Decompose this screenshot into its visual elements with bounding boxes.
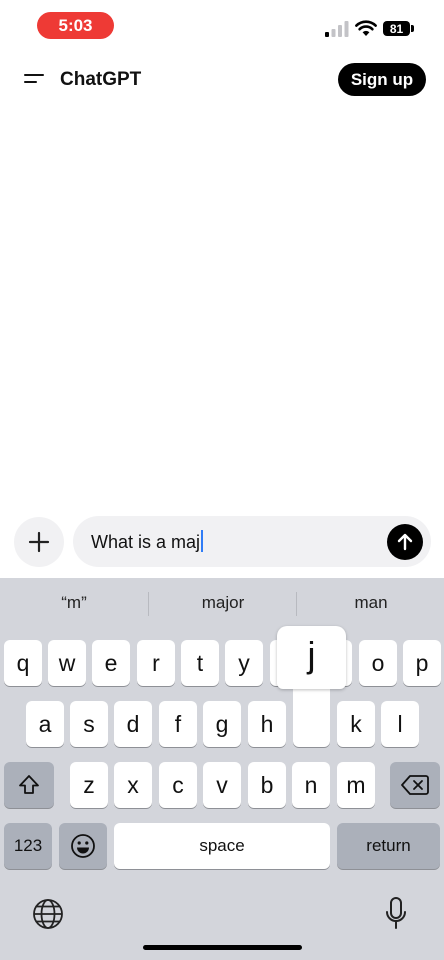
plus-icon [28, 531, 50, 553]
message-composer: What is a maj [0, 512, 444, 578]
suggestion-bar: “m” major man [0, 578, 444, 628]
key-j-popup[interactable]: j [277, 626, 346, 747]
wifi-icon [355, 20, 377, 36]
status-time: 5:03 [37, 12, 114, 39]
text-caret [201, 530, 204, 552]
key-w[interactable]: w [48, 640, 86, 686]
key-c[interactable]: c [159, 762, 197, 808]
app-title: ChatGPT [60, 69, 142, 90]
hamburger-menu-icon[interactable] [20, 66, 48, 92]
key-f[interactable]: f [159, 701, 197, 747]
key-v[interactable]: v [203, 762, 241, 808]
emoji-icon [71, 834, 95, 858]
key-popup-letter: j [307, 634, 316, 675]
shift-key[interactable] [4, 762, 54, 808]
key-q[interactable]: q [4, 640, 42, 686]
shift-icon [19, 775, 39, 794]
arrow-up-icon [397, 533, 413, 551]
key-x[interactable]: x [114, 762, 152, 808]
key-a[interactable]: a [26, 701, 64, 747]
key-p[interactable]: p [403, 640, 441, 686]
status-bar: 5:03 81 [0, 0, 444, 56]
key-z[interactable]: z [70, 762, 108, 808]
key-t[interactable]: t [181, 640, 219, 686]
emoji-key[interactable] [59, 823, 107, 869]
battery-tip [411, 25, 414, 32]
battery-indicator: 81 [383, 21, 410, 36]
message-input-text: What is a maj [91, 530, 204, 553]
sign-up-button[interactable]: Sign up [338, 63, 426, 96]
key-y[interactable]: y [225, 640, 263, 686]
key-l[interactable]: l [381, 701, 419, 747]
key-n[interactable]: n [292, 762, 330, 808]
suggestion-item[interactable]: man [297, 578, 444, 628]
cellular-signal-icon [325, 21, 349, 37]
key-e[interactable]: e [92, 640, 130, 686]
key-g[interactable]: g [203, 701, 241, 747]
suggestion-item[interactable]: “m” [0, 578, 148, 628]
key-b[interactable]: b [248, 762, 286, 808]
backspace-key[interactable] [390, 762, 440, 808]
message-input[interactable]: What is a maj [73, 516, 431, 567]
key-d[interactable]: d [114, 701, 152, 747]
globe-icon[interactable] [31, 897, 65, 931]
key-m[interactable]: m [337, 762, 375, 808]
add-attachment-button[interactable] [14, 517, 64, 567]
numbers-key[interactable]: 123 [4, 823, 52, 869]
key-r[interactable]: r [137, 640, 175, 686]
send-button[interactable] [387, 524, 423, 560]
suggestion-item[interactable]: major [149, 578, 297, 628]
home-indicator [143, 945, 302, 950]
backspace-icon [401, 775, 429, 795]
app-header: ChatGPT Sign up [0, 56, 444, 104]
space-key[interactable]: space [114, 823, 330, 869]
return-key[interactable]: return [337, 823, 440, 869]
key-s[interactable]: s [70, 701, 108, 747]
microphone-icon[interactable] [384, 896, 408, 932]
key-o[interactable]: o [359, 640, 397, 686]
